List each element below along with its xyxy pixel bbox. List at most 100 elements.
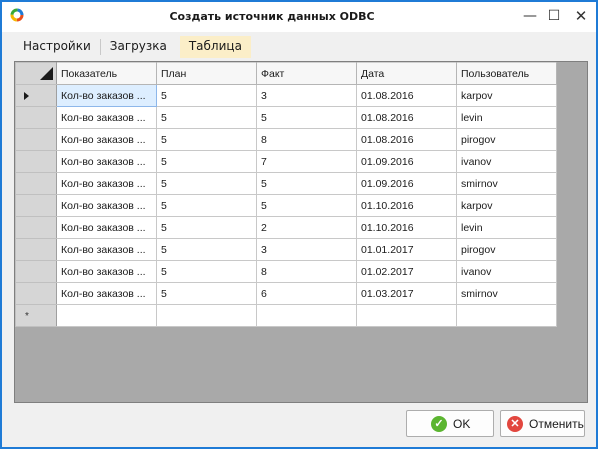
table-row[interactable]: Кол-во заказов ... 5 7 01.09.2016 ivanov: [15, 150, 557, 173]
row-header[interactable]: [15, 150, 57, 173]
row-header[interactable]: [15, 216, 57, 239]
table-cell[interactable]: 5: [256, 172, 357, 195]
row-header[interactable]: [15, 172, 57, 195]
table-cell[interactable]: 01.09.2016: [356, 172, 457, 195]
table-cell[interactable]: 5: [156, 84, 257, 107]
table-cell[interactable]: 5: [156, 172, 257, 195]
table-cell[interactable]: 5: [256, 106, 357, 129]
column-header[interactable]: Пользователь: [456, 62, 557, 85]
table-cell[interactable]: 5: [156, 106, 257, 129]
cancel-button[interactable]: ✕ Отменить: [500, 410, 585, 437]
table-cell[interactable]: Кол-во заказов ...: [56, 172, 157, 195]
table-cell[interactable]: Кол-во заказов ...: [56, 260, 157, 283]
table-cell[interactable]: 5: [156, 238, 257, 261]
table-row[interactable]: Кол-во заказов ... 5 5 01.09.2016 smirno…: [15, 172, 557, 195]
column-header[interactable]: Показатель: [56, 62, 157, 85]
table-cell[interactable]: 01.03.2017: [356, 282, 457, 305]
table-cell[interactable]: ivanov: [456, 150, 557, 173]
table-cell[interactable]: 7: [256, 150, 357, 173]
row-header[interactable]: [15, 106, 57, 129]
tab-settings[interactable]: Настройки: [14, 36, 100, 58]
table-cell[interactable]: Кол-во заказов ...: [56, 194, 157, 217]
column-header[interactable]: Дата: [356, 62, 457, 85]
row-header[interactable]: [15, 128, 57, 151]
new-row-marker: *: [25, 310, 29, 322]
row-header[interactable]: [15, 238, 57, 261]
ok-button-label: OK: [453, 416, 471, 431]
table-cell[interactable]: 01.10.2016: [356, 216, 457, 239]
table-cell[interactable]: smirnov: [456, 172, 557, 195]
table-row[interactable]: Кол-во заказов ... 5 6 01.03.2017 smirno…: [15, 282, 557, 305]
table-cell[interactable]: 3: [256, 238, 357, 261]
table-cell[interactable]: 01.09.2016: [356, 150, 457, 173]
table-cell[interactable]: 01.08.2016: [356, 128, 457, 151]
table-cell[interactable]: 5: [156, 216, 257, 239]
table-cell[interactable]: pirogov: [456, 128, 557, 151]
select-all-corner[interactable]: [15, 62, 57, 85]
column-header[interactable]: План: [156, 62, 257, 85]
table-row[interactable]: Кол-во заказов ... 5 8 01.08.2016 pirogo…: [15, 128, 557, 151]
dialog-window: Создать источник данных ODBC — ☐ ✕ Настр…: [0, 0, 598, 449]
table-cell[interactable]: 01.01.2017: [356, 238, 457, 261]
table-row[interactable]: Кол-во заказов ... 5 8 01.02.2017 ivanov: [15, 260, 557, 283]
minimize-button[interactable]: —: [520, 7, 540, 25]
table-cell[interactable]: 2: [256, 216, 357, 239]
table-row[interactable]: Кол-во заказов ... 5 3 01.01.2017 pirogo…: [15, 238, 557, 261]
table-cell[interactable]: 01.02.2017: [356, 260, 457, 283]
table-cell[interactable]: smirnov: [456, 282, 557, 305]
table-cell[interactable]: [356, 304, 457, 327]
table-cell[interactable]: 01.08.2016: [356, 106, 457, 129]
grid-table: Показатель План Факт Дата Пользователь К…: [15, 62, 557, 327]
row-header[interactable]: [15, 260, 57, 283]
table-cell[interactable]: ivanov: [456, 260, 557, 283]
table-cell[interactable]: 8: [256, 260, 357, 283]
table-cell[interactable]: 01.10.2016: [356, 194, 457, 217]
row-header[interactable]: [15, 282, 57, 305]
table-cell[interactable]: Кол-во заказов ...: [56, 238, 157, 261]
row-header[interactable]: [15, 194, 57, 217]
table-cell[interactable]: Кол-во заказов ...: [56, 106, 157, 129]
table-cell[interactable]: 5: [156, 150, 257, 173]
table-cell[interactable]: 5: [156, 260, 257, 283]
table-cell[interactable]: Кол-во заказов ...: [56, 216, 157, 239]
tab-strip: Настройки Загрузка Таблица: [14, 36, 251, 58]
table-cell[interactable]: 3: [256, 84, 357, 107]
data-grid[interactable]: Показатель План Факт Дата Пользователь К…: [14, 61, 588, 403]
title-bar[interactable]: Создать источник данных ODBC — ☐ ✕: [2, 2, 596, 32]
table-cell[interactable]: 5: [256, 194, 357, 217]
table-row[interactable]: Кол-во заказов ... 5 3 01.08.2016 karpov: [15, 84, 557, 107]
table-cell[interactable]: [56, 304, 157, 327]
table-cell[interactable]: [156, 304, 257, 327]
table-cell[interactable]: levin: [456, 106, 557, 129]
new-row[interactable]: *: [15, 304, 557, 327]
table-cell[interactable]: 5: [156, 194, 257, 217]
table-cell[interactable]: [456, 304, 557, 327]
tab-table[interactable]: Таблица: [179, 36, 251, 58]
table-cell[interactable]: 6: [256, 282, 357, 305]
close-button[interactable]: ✕: [571, 7, 591, 25]
table-cell[interactable]: [256, 304, 357, 327]
checkmark-icon: ✓: [431, 415, 447, 432]
table-cell[interactable]: karpov: [456, 84, 557, 107]
table-row[interactable]: Кол-во заказов ... 5 2 01.10.2016 levin: [15, 216, 557, 239]
select-all-icon: [40, 67, 53, 80]
table-cell[interactable]: 5: [156, 128, 257, 151]
new-row-header[interactable]: *: [15, 304, 57, 327]
table-cell[interactable]: pirogov: [456, 238, 557, 261]
table-cell[interactable]: Кол-во заказов ...: [56, 150, 157, 173]
table-row[interactable]: Кол-во заказов ... 5 5 01.08.2016 levin: [15, 106, 557, 129]
table-cell[interactable]: 8: [256, 128, 357, 151]
table-cell[interactable]: 01.08.2016: [356, 84, 457, 107]
table-cell[interactable]: Кол-во заказов ...: [56, 128, 157, 151]
table-cell[interactable]: Кол-во заказов ...: [56, 84, 157, 107]
column-header[interactable]: Факт: [256, 62, 357, 85]
tab-loading[interactable]: Загрузка: [101, 36, 176, 58]
maximize-button[interactable]: ☐: [544, 7, 564, 25]
table-cell[interactable]: Кол-во заказов ...: [56, 282, 157, 305]
table-cell[interactable]: 5: [156, 282, 257, 305]
table-cell[interactable]: levin: [456, 216, 557, 239]
ok-button[interactable]: ✓ OK: [406, 410, 494, 437]
table-row[interactable]: Кол-во заказов ... 5 5 01.10.2016 karpov: [15, 194, 557, 217]
row-header[interactable]: [15, 84, 57, 107]
table-cell[interactable]: karpov: [456, 194, 557, 217]
